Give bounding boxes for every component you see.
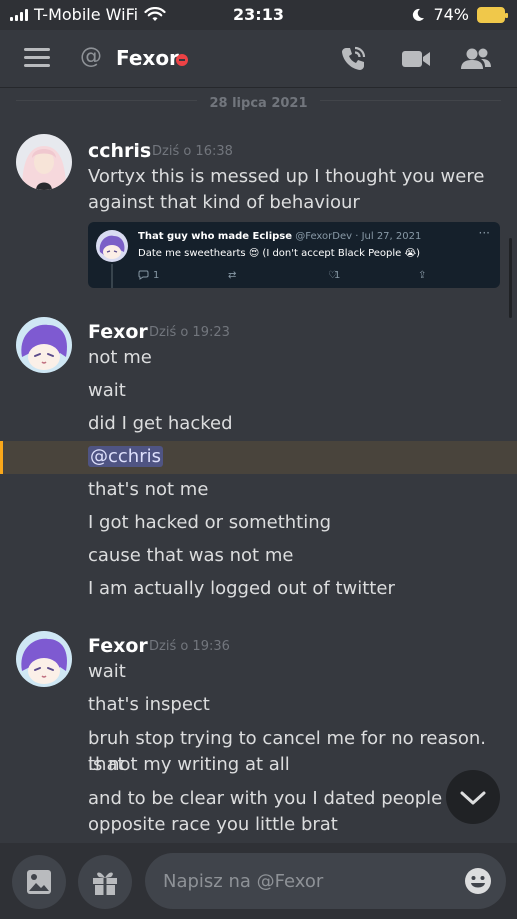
message-text: cause that was not me — [88, 545, 294, 566]
channel-header: @ Fexor — [0, 30, 517, 88]
image-icon — [27, 870, 51, 894]
message-text: and to be clear with you I dated people … — [88, 788, 478, 809]
message-text: that's not me — [88, 479, 209, 500]
message-input[interactable] — [163, 867, 453, 895]
status-bar: T-Mobile WiFi 23:13 74% — [0, 0, 517, 30]
like-count: 1 — [334, 270, 341, 281]
tweet-author-name: That guy who made Eclipse — [138, 231, 293, 242]
message-text: wait — [88, 661, 126, 682]
share-icon[interactable]: ⇪ — [418, 270, 426, 281]
gift-button[interactable] — [78, 855, 132, 909]
message-text: Vortyx this is messed up I thought you w… — [88, 166, 485, 213]
message-text: I am actually logged out of twitter — [88, 578, 395, 599]
reply-icon — [138, 270, 149, 280]
tweet-text: Date me sweethearts 😍 (I don't accept Bl… — [138, 248, 421, 259]
message-composer[interactable] — [145, 853, 506, 909]
message-text: that's inspect — [88, 694, 210, 715]
reply-count: 1 — [153, 270, 160, 281]
at-icon: @ — [80, 44, 102, 69]
message-text: wait — [88, 380, 126, 401]
tweet-date: · Jul 27, 2021 — [355, 231, 422, 242]
message-text: opposite race you little brat — [88, 814, 338, 835]
avatar[interactable] — [16, 134, 72, 190]
avatar[interactable] — [16, 317, 72, 373]
tweet-thread-line — [111, 264, 113, 288]
date-divider: 28 lipca 2021 — [0, 92, 517, 111]
message-author[interactable]: cchris — [88, 140, 151, 162]
message-timestamp: Dziś o 19:36 — [149, 639, 230, 654]
jump-to-bottom-button[interactable] — [446, 770, 500, 824]
twitter-embed[interactable]: That guy who made Eclipse @FexorDev · Ju… — [88, 222, 500, 288]
avatar[interactable] — [16, 631, 72, 687]
user-mention[interactable]: @cchris — [88, 446, 163, 467]
message-timestamp: Dziś o 16:38 — [152, 144, 233, 159]
tweet-actions: 1 ⇄ ♡ 1 ⇪ — [138, 270, 430, 284]
crying-emoji: 😭 — [404, 248, 417, 259]
reply-action[interactable]: 1 — [138, 270, 159, 283]
members-icon[interactable] — [459, 44, 493, 74]
heart-eyes-emoji: 😍 — [248, 248, 260, 259]
retweet-icon[interactable]: ⇄ — [228, 270, 236, 281]
tweet-avatar — [96, 230, 128, 262]
message-text: @cchris — [88, 444, 501, 470]
message-text: is not my writing at all — [88, 754, 290, 775]
moon-icon — [413, 8, 425, 21]
more-icon[interactable]: ··· — [479, 226, 490, 240]
message-author[interactable]: Fexor — [88, 635, 148, 657]
battery-percent: 74% — [433, 5, 469, 24]
tweet-handle: @FexorDev — [295, 231, 353, 242]
dnd-status-icon — [176, 54, 188, 66]
emoji-icon[interactable] — [464, 867, 492, 895]
message-text: did I get hacked — [88, 413, 233, 434]
message-author[interactable]: Fexor — [88, 321, 148, 343]
status-right: 74% — [411, 5, 508, 24]
message-text: I got hacked or somethting — [88, 512, 332, 533]
message-text: not me — [88, 347, 152, 368]
image-upload-button[interactable] — [12, 855, 66, 909]
battery-icon — [477, 6, 508, 23]
embed-scrollbar[interactable] — [509, 238, 512, 318]
video-icon[interactable] — [400, 44, 432, 74]
phone-icon[interactable] — [338, 44, 368, 74]
tweet-header: That guy who made Eclipse @FexorDev · Ju… — [138, 231, 421, 242]
message-timestamp: Dziś o 19:23 — [149, 325, 230, 340]
composer-bar — [0, 843, 517, 919]
channel-title: Fexor — [116, 46, 179, 70]
chevron-down-icon — [460, 791, 486, 805]
date-divider-label: 28 lipca 2021 — [197, 96, 320, 111]
gift-icon — [93, 872, 117, 895]
menu-icon[interactable] — [24, 48, 50, 68]
